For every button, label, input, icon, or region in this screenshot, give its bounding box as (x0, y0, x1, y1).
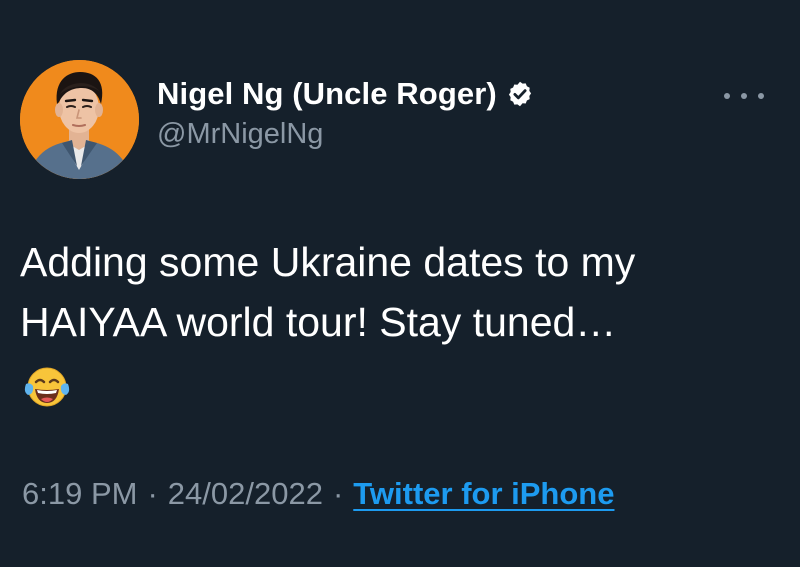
display-name[interactable]: Nigel Ng (Uncle Roger) (157, 76, 497, 112)
name-row: Nigel Ng (Uncle Roger) (157, 74, 534, 114)
meta-separator: · (332, 476, 344, 511)
tweet-meta: 6:19 PM · 24/02/2022 · Twitter for iPhon… (22, 476, 614, 512)
author-block: Nigel Ng (Uncle Roger) @MrNigelNg (157, 74, 534, 151)
user-handle[interactable]: @MrNigelNg (157, 118, 534, 151)
more-dot (758, 93, 764, 99)
more-dot (741, 93, 747, 99)
tweet-text: Adding some Ukraine dates to my HAIYAA w… (20, 232, 780, 352)
tweet-text-line: HAIYAA world tour! Stay tuned… (20, 299, 617, 345)
verified-badge-icon (506, 80, 534, 108)
tweet-text-line: Adding some Ukraine dates to my (20, 239, 636, 285)
more-dot (724, 93, 730, 99)
meta-separator: · (147, 476, 158, 511)
avatar[interactable] (20, 60, 139, 179)
source-link[interactable]: Twitter for iPhone (353, 476, 614, 512)
tweet-date[interactable]: 24/02/2022 (168, 476, 323, 512)
more-horizontal-icon[interactable] (724, 86, 764, 106)
profile-photo (20, 60, 139, 179)
tweet-card: Nigel Ng (Uncle Roger) @MrNigelNg Adding… (0, 0, 800, 567)
face-with-tears-of-joy-icon (22, 364, 72, 410)
tweet-time[interactable]: 6:19 PM (22, 476, 137, 512)
